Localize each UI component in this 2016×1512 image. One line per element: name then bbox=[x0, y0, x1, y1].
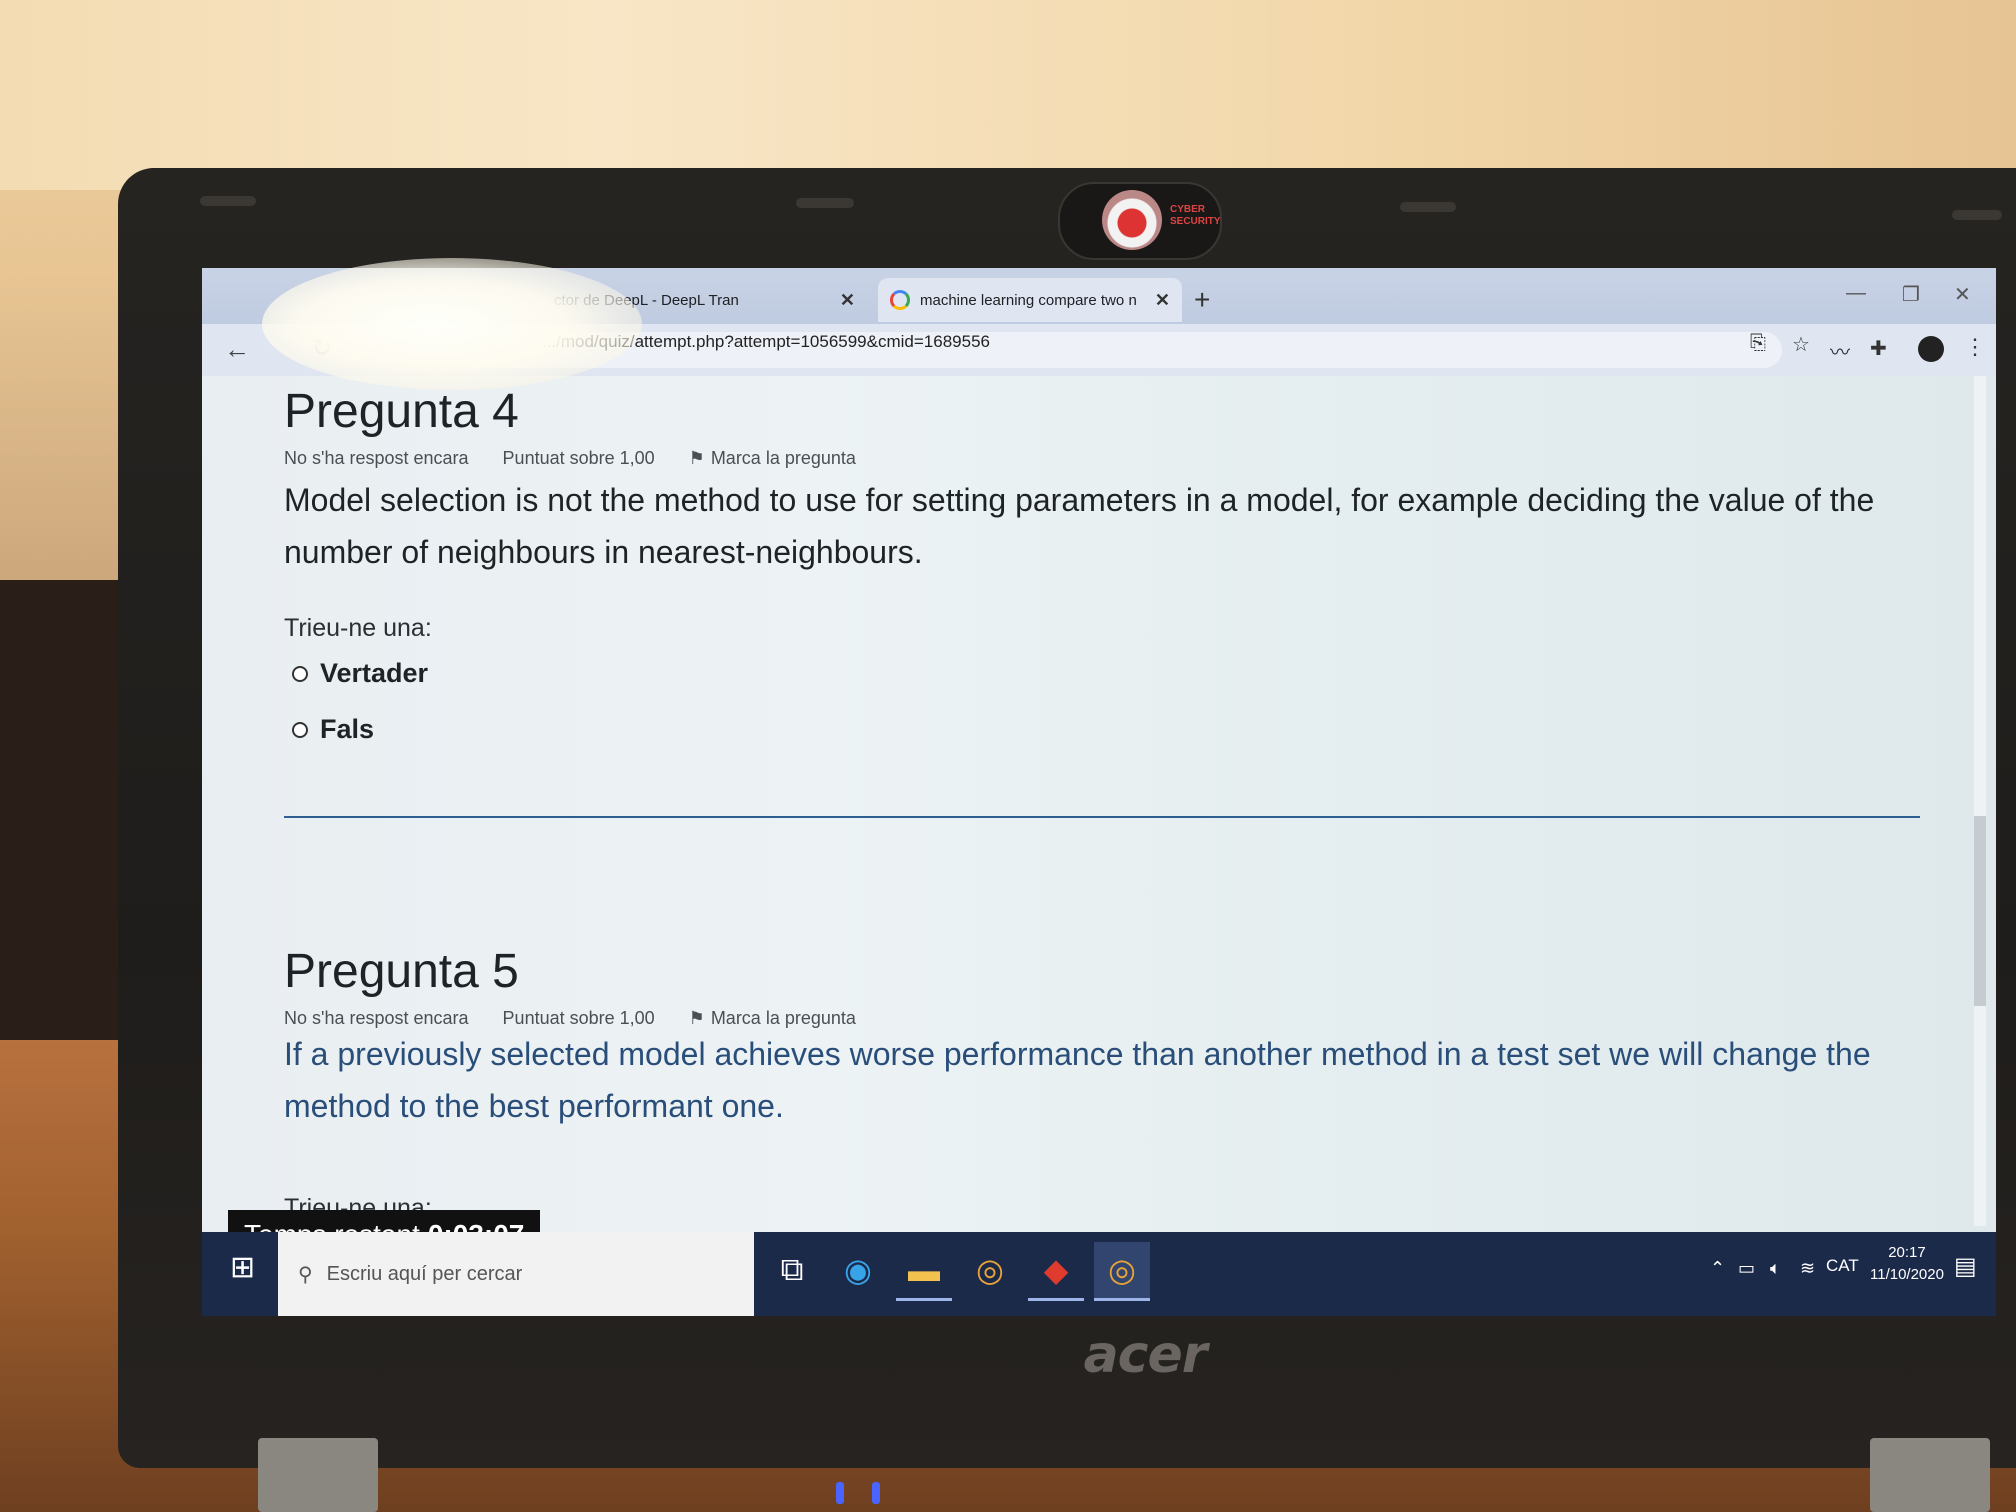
pdf-reader-icon[interactable]: ◆ bbox=[1028, 1242, 1084, 1301]
restore-icon[interactable]: ❐ bbox=[1902, 282, 1920, 307]
option-label: Fals bbox=[320, 714, 375, 744]
question-title: Pregunta 4 bbox=[284, 385, 519, 438]
translate-icon[interactable]: ⎘ bbox=[1750, 332, 1766, 355]
search-placeholder: Escriu aquí per cercar bbox=[326, 1262, 523, 1285]
close-icon[interactable]: ✕ bbox=[840, 290, 855, 311]
question-status: No s'ha respost encara bbox=[284, 1008, 469, 1028]
cyber-security-logo-icon bbox=[1102, 190, 1162, 250]
laptop-hinge bbox=[1870, 1438, 1990, 1512]
laptop-screen: ctor de DeepL - DeepL Tran ✕ machine lea… bbox=[202, 268, 1996, 1316]
show-hidden-icons-icon[interactable]: ⌃ bbox=[1710, 1258, 1725, 1279]
question-text: Model selection is not the method to use… bbox=[284, 482, 1875, 570]
status-led bbox=[872, 1482, 880, 1504]
flag-question-link[interactable]: ⚑ Marca la pregunta bbox=[689, 1008, 856, 1029]
option-label: Vertader bbox=[320, 658, 429, 688]
question-info: No s'ha respost encara Puntuat sobre 1,0… bbox=[284, 1008, 856, 1029]
question-title: Pregunta 5 bbox=[284, 945, 519, 998]
close-window-icon[interactable]: ✕ bbox=[1954, 282, 1971, 307]
taskbar-search-box[interactable]: ⚲ Escriu aquí per cercar bbox=[278, 1232, 754, 1316]
chrome-icon[interactable]: ◎ bbox=[962, 1242, 1018, 1298]
clock-time: 20:17 bbox=[1888, 1244, 1926, 1261]
laptop-hinge bbox=[258, 1438, 378, 1512]
search-icon: ⚲ bbox=[298, 1263, 313, 1286]
question-info: No s'ha respost encara Puntuat sobre 1,0… bbox=[284, 448, 856, 469]
light-glare bbox=[262, 258, 642, 390]
sticker-text: CYBER SECURITY bbox=[1170, 204, 1221, 227]
back-arrow-icon[interactable]: ← bbox=[224, 334, 250, 365]
extension-icon[interactable]: 〰 bbox=[1830, 336, 1850, 365]
question-score: Puntuat sobre 1,00 bbox=[502, 448, 655, 468]
status-led bbox=[836, 1482, 844, 1504]
lid-bumper bbox=[1400, 202, 1456, 212]
tab-google-search[interactable]: machine learning compare two n ✕ bbox=[878, 278, 1182, 322]
page-scrollbar[interactable] bbox=[1974, 376, 1986, 1226]
answer-option-true[interactable]: Vertader bbox=[292, 658, 428, 689]
flag-label: Marca la pregunta bbox=[710, 1008, 856, 1028]
file-explorer-icon[interactable]: ▬ bbox=[896, 1242, 952, 1301]
profile-avatar[interactable] bbox=[1918, 336, 1944, 362]
question-separator bbox=[284, 816, 1920, 818]
menu-kebab-icon[interactable]: ⋮ bbox=[1964, 334, 1986, 360]
question-text: If a previously selected model achieves … bbox=[284, 1036, 1871, 1124]
bookmark-star-icon[interactable]: ☆ bbox=[1792, 332, 1810, 357]
puzzle-icon[interactable]: ✚ bbox=[1870, 336, 1887, 361]
radio-button[interactable] bbox=[292, 665, 308, 682]
question-status: No s'ha respost encara bbox=[284, 448, 469, 468]
new-tab-button[interactable]: + bbox=[1194, 284, 1210, 316]
windows-start-icon[interactable]: ⊞ bbox=[230, 1250, 255, 1285]
minimize-icon[interactable]: — bbox=[1846, 282, 1866, 305]
clock-date: 11/10/2020 bbox=[1870, 1266, 1944, 1283]
task-view-icon[interactable]: ⧉ bbox=[764, 1242, 820, 1298]
answer-option-false[interactable]: Fals bbox=[292, 714, 374, 745]
flag-icon: ⚑ bbox=[688, 448, 705, 468]
lid-bumper bbox=[796, 198, 854, 208]
close-icon[interactable]: ✕ bbox=[1155, 290, 1170, 311]
flag-label: Marca la pregunta bbox=[710, 448, 856, 468]
input-language[interactable]: CAT bbox=[1826, 1256, 1859, 1276]
wifi-icon[interactable]: ≋ bbox=[1800, 1258, 1815, 1279]
google-icon bbox=[890, 290, 910, 310]
quiz-page: Pregunta 4 No s'ha respost encara Puntua… bbox=[202, 376, 1996, 1232]
tab-label: machine learning compare two n bbox=[920, 291, 1137, 309]
battery-icon[interactable]: ▭ bbox=[1738, 1258, 1755, 1279]
background-wall bbox=[0, 0, 2016, 190]
radio-button[interactable] bbox=[292, 721, 308, 738]
windows-taskbar: ⊞ ⚲ Escriu aquí per cercar ⧉ ◉ ▬ ◎ ◆ ◎ ⌃… bbox=[202, 1232, 1996, 1316]
laptop-brand-logo: acer bbox=[1083, 1325, 1208, 1385]
scrollbar-thumb[interactable] bbox=[1974, 816, 1986, 1006]
question-score: Puntuat sobre 1,00 bbox=[502, 1008, 655, 1028]
edge-browser-icon[interactable]: ◉ bbox=[830, 1242, 886, 1298]
taskbar-clock[interactable]: 20:17 11/10/2020 bbox=[1870, 1242, 1944, 1286]
chrome-icon[interactable]: ◎ bbox=[1094, 1242, 1150, 1301]
volume-icon[interactable]: 🔈︎ bbox=[1770, 1258, 1781, 1279]
flag-icon: ⚑ bbox=[688, 1008, 705, 1028]
lid-bumper bbox=[200, 196, 256, 206]
notification-center-icon[interactable]: ▤ bbox=[1954, 1252, 1977, 1281]
background-shelf bbox=[0, 580, 130, 1050]
choose-one-label: Trieu-ne una: bbox=[284, 614, 432, 642]
lid-bumper bbox=[1952, 210, 2002, 220]
flag-question-link[interactable]: ⚑ Marca la pregunta bbox=[689, 448, 856, 469]
